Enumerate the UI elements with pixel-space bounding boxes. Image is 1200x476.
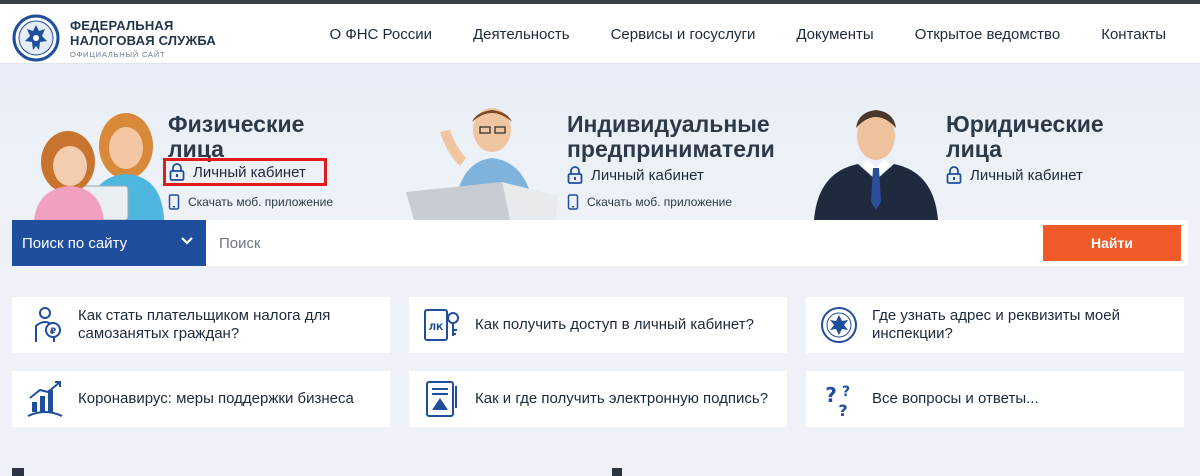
- nav-contacts[interactable]: Контакты: [1101, 26, 1166, 43]
- cut-off-heading-fragment: [12, 468, 24, 476]
- lock-icon: [169, 163, 185, 181]
- faq-text: Все вопросы и ответы...: [872, 390, 1039, 407]
- lock-icon: [946, 166, 962, 184]
- chevron-down-icon: [181, 237, 193, 245]
- faq-card-coronavirus[interactable]: Коронавирус: меры поддержки бизнеса: [12, 371, 390, 427]
- site-logo[interactable]: ФЕДЕРАЛЬНАЯ НАЛОГОВАЯ СЛУЖБА ОФИЦИАЛЬНЫЙ…: [12, 14, 216, 62]
- entrepreneurs-title-line1: Индивидуальные: [567, 111, 770, 137]
- emblem-icon: [821, 307, 857, 343]
- legal-entities-cabinet-label: Личный кабинет: [970, 166, 1083, 184]
- svg-text:?: ?: [825, 383, 837, 407]
- svg-text:?: ?: [842, 384, 850, 400]
- site-header: ФЕДЕРАЛЬНАЯ НАЛОГОВАЯ СЛУЖБА ОФИЦИАЛЬНЫЙ…: [0, 4, 1200, 64]
- entrepreneurs-title-line2: предприниматели: [567, 136, 775, 162]
- logo-line-1: ФЕДЕРАЛЬНАЯ: [70, 17, 174, 33]
- nav-about[interactable]: О ФНС России: [329, 26, 432, 43]
- individuals-cabinet-label: Личный кабинет: [193, 163, 306, 181]
- entrepreneurs-photo: [406, 108, 558, 220]
- svg-text:ЛК: ЛК: [429, 323, 444, 333]
- faq-text: Коронавирус: меры поддержки бизнеса: [78, 390, 354, 407]
- search-input[interactable]: [206, 220, 1046, 266]
- svg-text:₽: ₽: [50, 327, 56, 337]
- entrepreneurs-app-link[interactable]: Скачать моб. приложение: [567, 194, 732, 210]
- fns-emblem-icon: [12, 14, 60, 62]
- logo-text: ФЕДЕРАЛЬНАЯ НАЛОГОВАЯ СЛУЖБА ОФИЦИАЛЬНЫЙ…: [70, 18, 216, 59]
- faq-text: Как и где получить электронную подпись?: [475, 390, 769, 407]
- nav-activity[interactable]: Деятельность: [473, 26, 570, 43]
- cut-off-heading-fragment: [612, 468, 622, 476]
- legal-entities-title-line1: Юридические: [946, 111, 1104, 137]
- search-button[interactable]: Найти: [1043, 225, 1181, 261]
- e-signature-icon: [426, 381, 457, 417]
- search-bar: Поиск по сайту Найти: [12, 220, 1188, 266]
- logo-line-2: НАЛОГОВАЯ СЛУЖБА: [70, 32, 217, 48]
- entrepreneurs-app-label: Скачать моб. приложение: [587, 195, 733, 209]
- legal-entities-title[interactable]: Юридические лица: [946, 112, 1104, 162]
- individuals-photo: [34, 113, 164, 220]
- faq-text: Где узнать адрес и реквизиты моей инспек…: [872, 307, 1120, 342]
- entrepreneurs-cabinet-label: Личный кабинет: [591, 166, 704, 184]
- individuals-title[interactable]: Физические лица: [168, 112, 304, 162]
- entrepreneurs-cabinet-link[interactable]: Личный кабинет: [567, 166, 704, 184]
- legal-entities-cabinet-link[interactable]: Личный кабинет: [946, 166, 1083, 184]
- faq-card-self-employed[interactable]: ₽ Как стать плательщиком налога для само…: [12, 297, 390, 353]
- growth-chart-icon: [27, 381, 63, 417]
- nav-open-agency[interactable]: Открытое ведомство: [915, 26, 1061, 43]
- nav-documents[interactable]: Документы: [796, 26, 873, 43]
- individuals-app-label: Скачать моб. приложение: [188, 195, 334, 209]
- individuals-cabinet-link[interactable]: Личный кабинет: [163, 158, 327, 186]
- lock-icon: [567, 166, 583, 184]
- faq-card-inspection-address[interactable]: Где узнать адрес и реквизиты моей инспек…: [806, 297, 1184, 353]
- faq-card-e-signature[interactable]: Как и где получить электронную подпись?: [409, 371, 787, 427]
- search-scope-label: Поиск по сайту: [22, 234, 128, 252]
- search-scope-select[interactable]: Поиск по сайту: [12, 220, 206, 266]
- entrepreneurs-title[interactable]: Индивидуальные предприниматели: [567, 112, 775, 162]
- individuals-app-link[interactable]: Скачать моб. приложение: [168, 194, 333, 210]
- self-employed-icon: ₽: [35, 307, 61, 342]
- faq-card-all-questions[interactable]: ? ? ? Все вопросы и ответы...: [806, 371, 1184, 427]
- faq-card-cabinet-access[interactable]: ЛК Как получить доступ в личный кабинет?: [409, 297, 787, 353]
- logo-subtitle: ОФИЦИАЛЬНЫЙ САЙТ: [70, 49, 166, 59]
- smartphone-icon: [567, 194, 579, 210]
- questions-icon: ? ? ?: [825, 383, 850, 420]
- main-nav: О ФНС России Деятельность Сервисы и госу…: [329, 4, 1166, 64]
- smartphone-icon: [168, 194, 180, 210]
- nav-services[interactable]: Сервисы и госуслуги: [611, 26, 756, 43]
- individuals-title-line1: Физические: [168, 111, 305, 137]
- legal-entities-title-line2: лица: [946, 136, 1002, 162]
- faq-text: Как получить доступ в личный кабинет?: [475, 316, 754, 333]
- legal-entities-photo: [814, 110, 938, 220]
- cabinet-key-icon: ЛК: [424, 309, 459, 341]
- faq-text: Как стать плательщиком налога для самоза…: [78, 307, 331, 342]
- svg-text:?: ?: [838, 401, 847, 420]
